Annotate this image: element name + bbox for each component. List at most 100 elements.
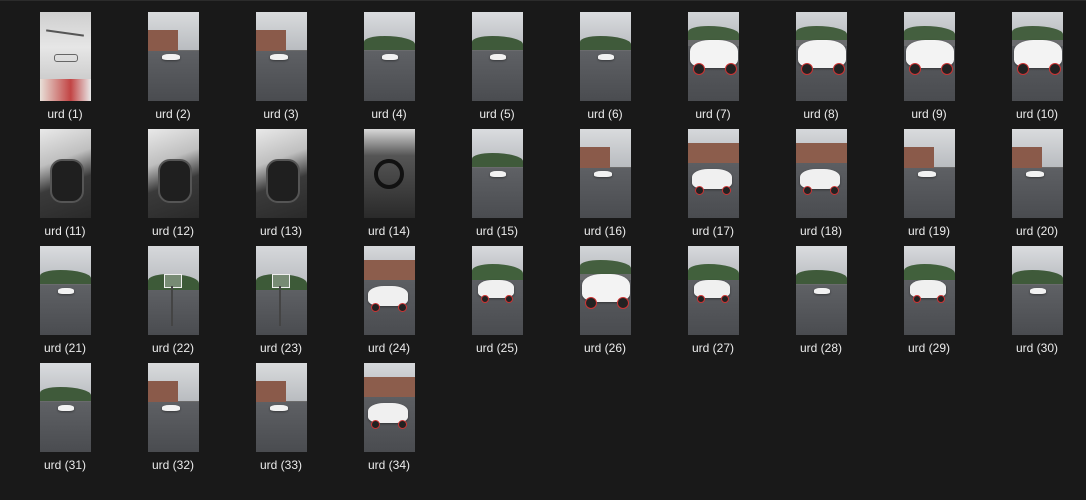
file-name-label: urd (8) [803, 107, 839, 121]
file-name-label: urd (26) [583, 341, 627, 355]
file-name-label: urd (29) [907, 341, 951, 355]
image-thumbnail[interactable] [796, 12, 847, 101]
image-thumbnail[interactable] [256, 363, 307, 452]
image-thumbnail[interactable] [256, 246, 307, 335]
file-item[interactable]: urd (6) [551, 12, 659, 129]
file-item[interactable]: urd (11) [11, 129, 119, 246]
file-item[interactable]: urd (5) [443, 12, 551, 129]
file-item[interactable]: urd (20) [983, 129, 1086, 246]
file-name-label: urd (10) [1015, 107, 1059, 121]
image-thumbnail[interactable] [148, 12, 199, 101]
file-name-label: urd (20) [1015, 224, 1059, 238]
image-thumbnail[interactable] [904, 246, 955, 335]
image-thumbnail[interactable] [364, 12, 415, 101]
file-item[interactable]: urd (12) [119, 129, 227, 246]
window-top-border [0, 0, 1086, 1]
image-thumbnail[interactable] [796, 246, 847, 335]
file-name-label: urd (17) [691, 224, 735, 238]
file-item[interactable]: urd (17) [659, 129, 767, 246]
image-thumbnail[interactable] [256, 12, 307, 101]
file-item[interactable]: urd (30) [983, 246, 1086, 363]
file-item[interactable]: urd (8) [767, 12, 875, 129]
image-thumbnail[interactable] [364, 363, 415, 452]
file-name-label: urd (32) [151, 458, 195, 472]
file-item[interactable]: urd (28) [767, 246, 875, 363]
file-item[interactable]: urd (19) [875, 129, 983, 246]
file-name-label: urd (25) [475, 341, 519, 355]
image-thumbnail[interactable] [256, 129, 307, 218]
file-name-label: urd (19) [907, 224, 951, 238]
image-thumbnail[interactable] [796, 129, 847, 218]
image-thumbnail[interactable] [148, 363, 199, 452]
file-item[interactable]: urd (25) [443, 246, 551, 363]
file-item[interactable]: urd (33) [227, 363, 335, 480]
file-name-label: urd (5) [479, 107, 515, 121]
file-item[interactable]: urd (24) [335, 246, 443, 363]
file-item[interactable]: urd (4) [335, 12, 443, 129]
file-name-label: urd (3) [263, 107, 299, 121]
image-thumbnail[interactable] [148, 129, 199, 218]
image-thumbnail[interactable] [688, 246, 739, 335]
image-thumbnail[interactable] [1012, 129, 1063, 218]
file-name-label: urd (13) [259, 224, 303, 238]
file-name-label: urd (23) [259, 341, 303, 355]
image-thumbnail[interactable] [364, 246, 415, 335]
file-item[interactable]: urd (14) [335, 129, 443, 246]
image-thumbnail[interactable] [40, 129, 91, 218]
file-item[interactable]: urd (18) [767, 129, 875, 246]
file-name-label: urd (2) [155, 107, 191, 121]
file-item[interactable]: urd (34) [335, 363, 443, 480]
file-name-label: urd (4) [371, 107, 407, 121]
image-thumbnail[interactable] [364, 129, 415, 218]
file-name-label: urd (18) [799, 224, 843, 238]
file-name-label: urd (9) [911, 107, 947, 121]
file-item[interactable]: urd (10) [983, 12, 1086, 129]
file-item[interactable]: urd (16) [551, 129, 659, 246]
file-item[interactable]: urd (2) [119, 12, 227, 129]
file-name-label: urd (33) [259, 458, 303, 472]
file-item[interactable]: urd (29) [875, 246, 983, 363]
file-item[interactable]: urd (1) [11, 12, 119, 129]
file-item[interactable]: urd (31) [11, 363, 119, 480]
image-thumbnail[interactable] [40, 363, 91, 452]
image-thumbnail[interactable] [148, 246, 199, 335]
image-thumbnail[interactable] [472, 12, 523, 101]
image-thumbnail[interactable] [472, 129, 523, 218]
image-thumbnail[interactable] [688, 12, 739, 101]
file-item[interactable]: urd (22) [119, 246, 227, 363]
image-thumbnail[interactable] [40, 12, 91, 101]
file-item[interactable]: urd (13) [227, 129, 335, 246]
file-item[interactable]: urd (27) [659, 246, 767, 363]
file-item[interactable]: urd (21) [11, 246, 119, 363]
file-name-label: urd (30) [1015, 341, 1059, 355]
image-thumbnail[interactable] [580, 246, 631, 335]
file-name-label: urd (31) [43, 458, 87, 472]
file-name-label: urd (16) [583, 224, 627, 238]
file-name-label: urd (1) [47, 107, 83, 121]
file-item[interactable]: urd (9) [875, 12, 983, 129]
file-thumbnail-grid: urd (1) urd (2) urd (3) urd (4) urd (5) urd (… [11, 12, 1086, 480]
file-name-label: urd (21) [43, 341, 87, 355]
image-thumbnail[interactable] [904, 129, 955, 218]
image-thumbnail[interactable] [580, 12, 631, 101]
file-item[interactable]: urd (26) [551, 246, 659, 363]
file-name-label: urd (34) [367, 458, 411, 472]
file-item[interactable]: urd (7) [659, 12, 767, 129]
file-name-label: urd (6) [587, 107, 623, 121]
image-thumbnail[interactable] [1012, 246, 1063, 335]
file-name-label: urd (27) [691, 341, 735, 355]
file-name-label: urd (28) [799, 341, 843, 355]
file-item[interactable]: urd (15) [443, 129, 551, 246]
image-thumbnail[interactable] [904, 12, 955, 101]
file-name-label: urd (7) [695, 107, 731, 121]
file-item[interactable]: urd (32) [119, 363, 227, 480]
image-thumbnail[interactable] [40, 246, 91, 335]
file-name-label: urd (12) [151, 224, 195, 238]
image-thumbnail[interactable] [472, 246, 523, 335]
file-item[interactable]: urd (23) [227, 246, 335, 363]
image-thumbnail[interactable] [688, 129, 739, 218]
image-thumbnail[interactable] [1012, 12, 1063, 101]
file-item[interactable]: urd (3) [227, 12, 335, 129]
file-name-label: urd (14) [367, 224, 411, 238]
image-thumbnail[interactable] [580, 129, 631, 218]
